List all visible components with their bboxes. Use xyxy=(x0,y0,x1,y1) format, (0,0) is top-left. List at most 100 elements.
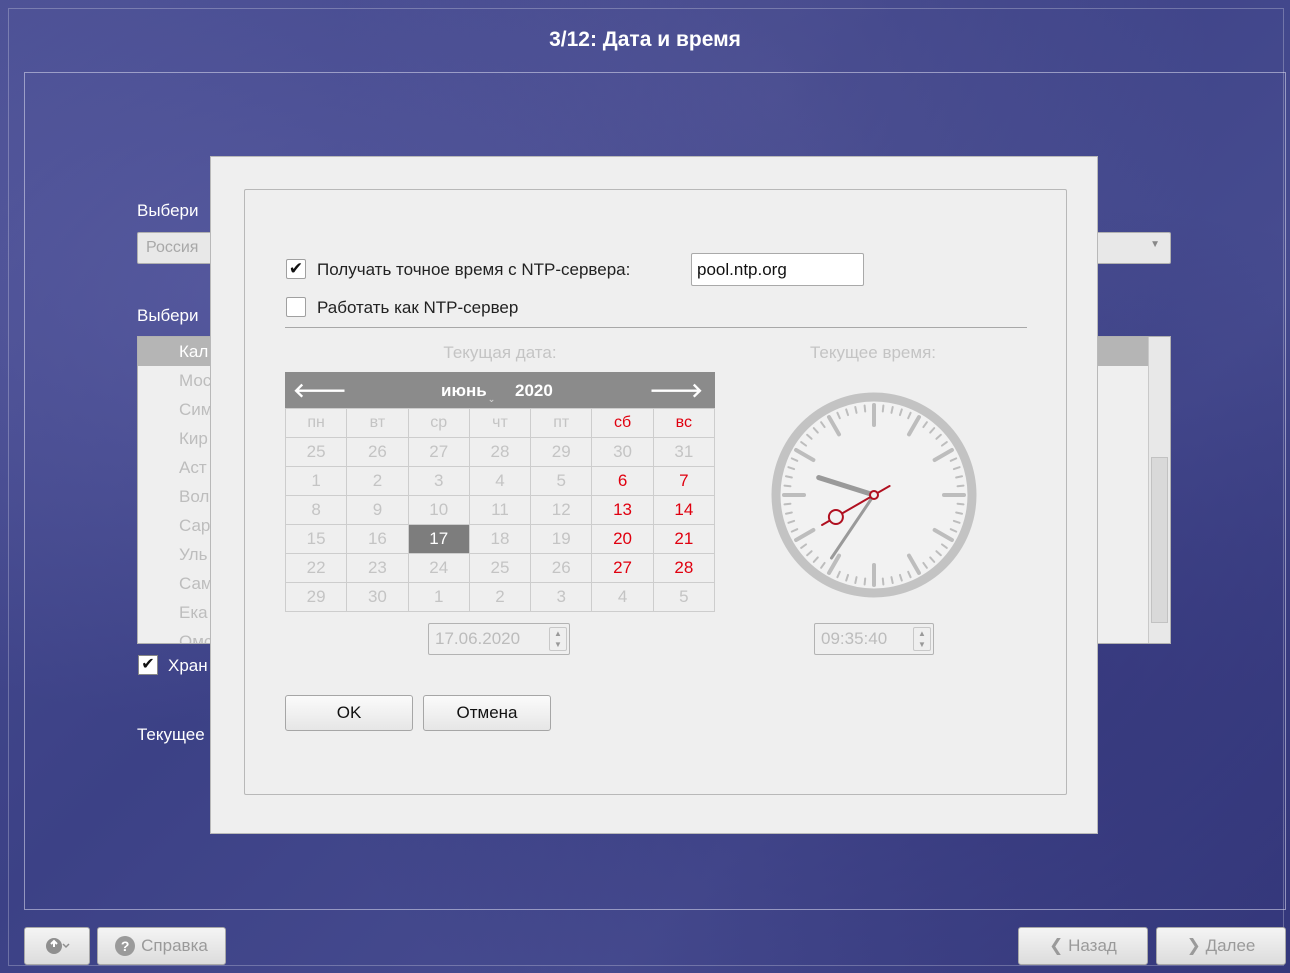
minute-tick xyxy=(854,405,858,414)
current-time-label: Текущее xyxy=(137,725,205,744)
calendar-day[interactable]: 6 xyxy=(591,466,654,496)
date-spinbox[interactable]: 17.06.2020 ▲ ▼ xyxy=(428,623,570,655)
weekday-header: пн xyxy=(284,408,348,438)
date-value: 17.06.2020 xyxy=(435,629,521,648)
calendar-day[interactable]: 29 xyxy=(530,437,593,467)
weekday-header: чт xyxy=(468,408,532,438)
help-button[interactable]: ? Справка xyxy=(97,927,226,965)
calendar-day[interactable]: 9 xyxy=(346,495,409,525)
calendar-grid: пн вт ср чт пт сб вс 25 26 27 28 29 30 31 1 2 3 4 5 6 7 8 9 10… xyxy=(284,408,716,612)
minute-tick xyxy=(890,405,894,414)
calendar-day[interactable]: 12 xyxy=(530,495,593,525)
calendar-day[interactable]: 15 xyxy=(284,524,348,554)
second-hand-ring xyxy=(827,509,844,525)
analog-clock xyxy=(771,392,977,598)
next-button[interactable]: ❯ Далее xyxy=(1156,927,1286,965)
timezone-list-scrollbar[interactable] xyxy=(1148,337,1170,643)
calendar-day[interactable]: 27 xyxy=(591,553,654,583)
calendar-day[interactable]: 28 xyxy=(652,553,716,583)
spin-arrows-icon[interactable]: ▲ ▼ xyxy=(913,627,931,651)
calendar-day[interactable]: 5 xyxy=(530,466,593,496)
calendar-week-row: 29 30 1 2 3 4 5 xyxy=(284,582,716,612)
calendar-day[interactable]: 3 xyxy=(407,466,470,496)
scrollbar-thumb[interactable] xyxy=(1151,457,1168,623)
current-date-caption: Текущая дата: xyxy=(443,343,557,362)
next-month-arrow-icon[interactable]: 🡒 xyxy=(649,378,703,403)
calendar-header: 🡐 июнь⌄ 2020 🡒 xyxy=(285,372,715,408)
calendar-day[interactable]: 17 xyxy=(407,524,470,554)
store-time-checkbox[interactable]: ✔ xyxy=(138,655,158,675)
calendar-day[interactable]: 28 xyxy=(468,437,532,467)
power-menu-button[interactable] xyxy=(24,927,90,965)
calendar-day[interactable]: 4 xyxy=(468,466,532,496)
calendar-week-row: 1234567 xyxy=(284,466,716,496)
calendar-day[interactable]: 11 xyxy=(468,495,532,525)
calendar-day[interactable]: 16 xyxy=(346,524,409,554)
weekday-header: сб xyxy=(591,408,654,438)
calendar-day[interactable]: 24 xyxy=(407,553,470,583)
time-value: 09:35:40 xyxy=(821,629,888,648)
help-icon: ? xyxy=(115,936,136,956)
ntp-server-mode-label: Работать как NTP-сервер xyxy=(317,298,519,317)
help-label: Справка xyxy=(141,936,208,955)
calendar-day[interactable]: 14 xyxy=(652,495,716,525)
time-spinbox[interactable]: 09:35:40 ▲ ▼ xyxy=(814,623,934,655)
calendar-day[interactable]: 25 xyxy=(468,553,532,583)
calendar-day[interactable]: 18 xyxy=(468,524,532,554)
prev-month-arrow-icon[interactable]: 🡐 xyxy=(293,378,347,403)
ntp-sync-label: Получать точное время с NTP-сервера: xyxy=(317,260,631,279)
spin-arrows-icon[interactable]: ▲ ▼ xyxy=(549,627,567,651)
calendar-week-row: 15 16 17 18 19 20 21 xyxy=(284,524,716,554)
calendar-day[interactable]: 22 xyxy=(284,553,348,583)
calendar-day[interactable]: 25 xyxy=(284,437,348,467)
ntp-server-input[interactable] xyxy=(691,253,864,286)
calendar-day[interactable]: 4 xyxy=(591,582,654,612)
calendar-month[interactable]: июнь⌄ xyxy=(441,381,495,404)
calendar-year[interactable]: 2020 xyxy=(515,381,553,401)
ntp-sync-checkbox[interactable]: ✔ xyxy=(286,259,306,279)
minute-tick xyxy=(783,502,792,506)
weekday-header: пт xyxy=(530,408,593,438)
zone-label: Выбери xyxy=(137,306,199,325)
calendar-day[interactable]: 7 xyxy=(652,466,716,496)
calendar-day[interactable]: 21 xyxy=(652,524,716,554)
calendar-day[interactable]: 30 xyxy=(591,437,654,467)
date-time-dialog: ✔ Получать точное время с NTP-сервера: Р… xyxy=(210,156,1098,834)
calendar-day[interactable]: 29 xyxy=(284,582,348,612)
calendar-day[interactable]: 30 xyxy=(346,582,409,612)
weekday-header: вт xyxy=(346,408,409,438)
calendar-day[interactable]: 2 xyxy=(468,582,532,612)
calendar-day[interactable]: 10 xyxy=(407,495,470,525)
ok-button[interactable]: OK xyxy=(285,695,413,731)
calendar-day[interactable]: 27 xyxy=(407,437,470,467)
minute-tick xyxy=(784,475,793,479)
calendar-day[interactable]: 13 xyxy=(591,495,654,525)
calendar-month-label: июнь xyxy=(441,381,487,400)
store-time-label: Хран xyxy=(168,656,208,675)
calendar-day[interactable]: 1 xyxy=(407,582,470,612)
calendar-day[interactable]: 26 xyxy=(346,437,409,467)
calendar: 🡐 июнь⌄ 2020 🡒 пн вт ср чт пт сб вс 25 26 27 28 29… xyxy=(284,372,716,612)
calendar-day[interactable]: 23 xyxy=(346,553,409,583)
region-value: Россия xyxy=(146,239,199,256)
calendar-day[interactable]: 2 xyxy=(346,466,409,496)
calendar-day[interactable]: 5 xyxy=(652,582,716,612)
minute-tick xyxy=(863,577,867,586)
power-icon xyxy=(46,938,70,954)
minute-tick xyxy=(956,502,965,506)
calendar-day[interactable]: 8 xyxy=(284,495,348,525)
back-button[interactable]: ❮ Назад xyxy=(1018,927,1148,965)
calendar-day[interactable]: 26 xyxy=(530,553,593,583)
calendar-day[interactable]: 1 xyxy=(284,466,348,496)
minute-tick xyxy=(955,511,964,515)
minute-tick xyxy=(854,576,858,585)
minute-tick xyxy=(863,404,867,413)
calendar-day[interactable]: 19 xyxy=(530,524,593,554)
calendar-day[interactable]: 20 xyxy=(591,524,654,554)
calendar-day[interactable]: 3 xyxy=(530,582,593,612)
calendar-day[interactable]: 31 xyxy=(652,437,716,467)
ntp-server-mode-checkbox[interactable] xyxy=(286,297,306,317)
calendar-week-row: 8 9 10 11 12 13 14 xyxy=(284,495,716,525)
chevron-down-icon: ▼ xyxy=(1150,239,1160,250)
cancel-button[interactable]: Отмена xyxy=(423,695,551,731)
